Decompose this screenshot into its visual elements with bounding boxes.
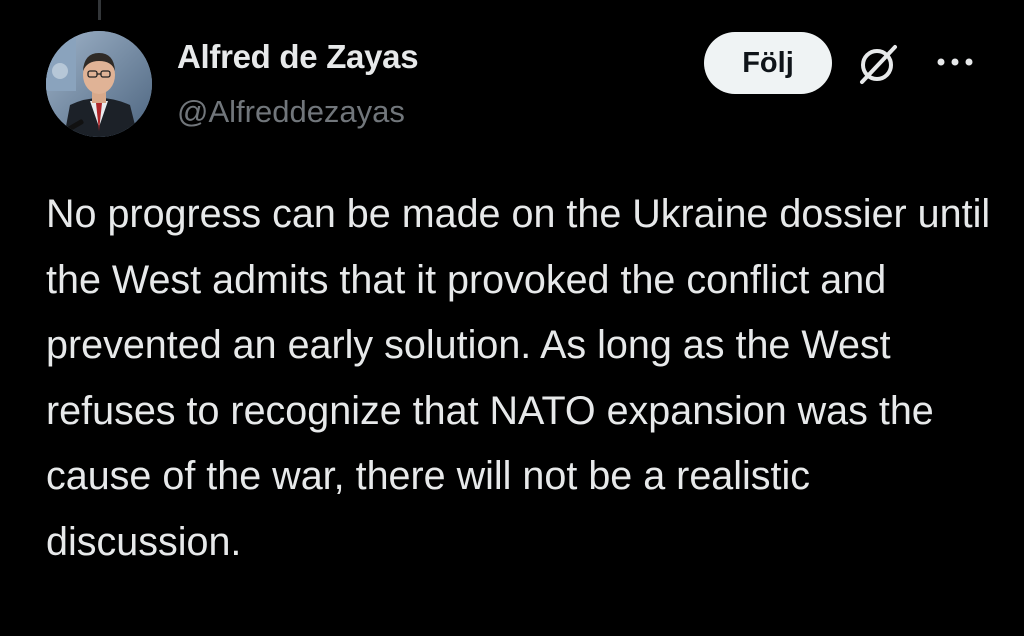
avatar[interactable] [46, 31, 152, 137]
thread-connector-line [98, 0, 101, 20]
follow-button-label: Följ [742, 46, 794, 79]
avatar-photo [46, 31, 152, 137]
tweet-text: No progress can be made on the Ukraine d… [46, 192, 991, 564]
author-handle[interactable]: @Alfreddezayas [177, 94, 405, 130]
follow-button[interactable]: Följ [704, 32, 832, 94]
grok-icon[interactable] [856, 42, 900, 86]
more-options-icon[interactable] [934, 52, 976, 72]
author-display-name[interactable]: Alfred de Zayas [177, 38, 419, 76]
